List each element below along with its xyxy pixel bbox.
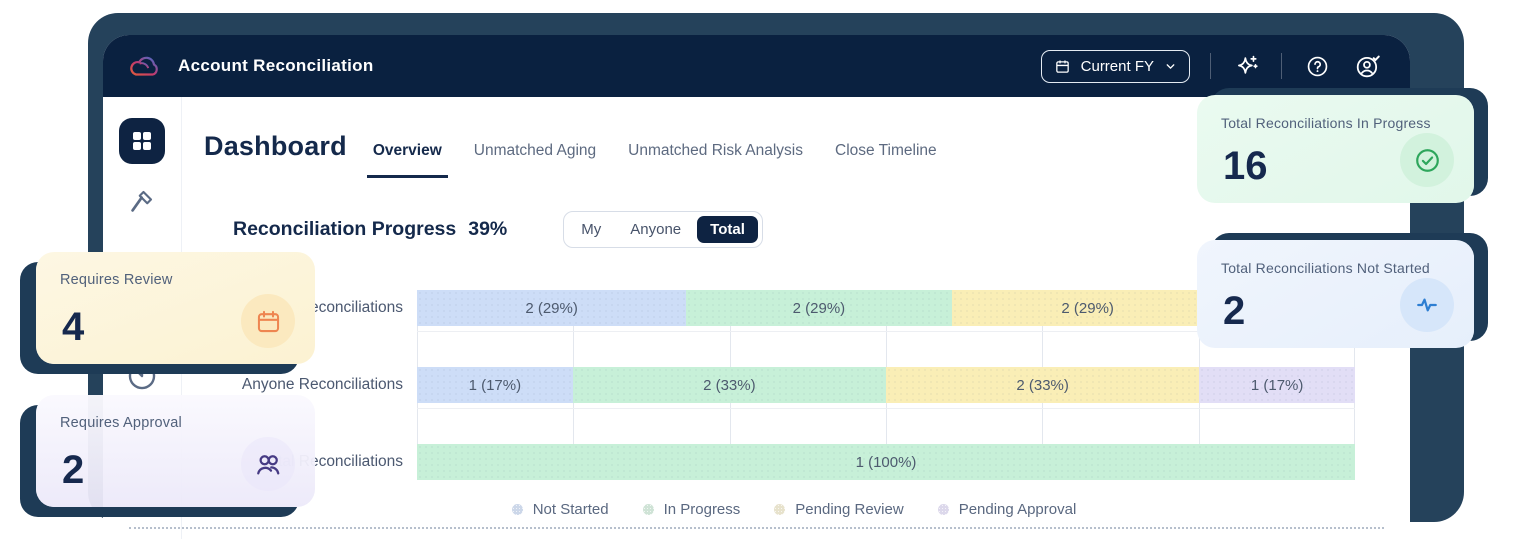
progress-row: Reconciliation Progress 39% My Anyone Tot… — [233, 211, 763, 248]
kpi-card-total-in-progress[interactable]: Total Reconciliations In Progress 16 — [1197, 95, 1474, 203]
calendar-icon — [241, 294, 295, 348]
kpi-card-total-not-started[interactable]: Total Reconciliations Not Started 2 — [1197, 240, 1474, 348]
tab-unmatched-risk-analysis[interactable]: Unmatched Risk Analysis — [628, 142, 803, 164]
segment-in-progress[interactable]: 2 (33%) — [573, 367, 886, 403]
kpi-value: 4 — [62, 305, 84, 350]
chart-row-total: Total Reconciliations 1 (100%) — [233, 438, 1355, 515]
progress-title: Reconciliation Progress 39% — [233, 218, 507, 241]
account-verified-icon[interactable] — [1352, 51, 1382, 81]
segment-in-progress[interactable]: 1 (100%) — [417, 444, 1355, 480]
tab-bar: Overview Unmatched Aging Unmatched Risk … — [373, 142, 937, 164]
tab-unmatched-aging[interactable]: Unmatched Aging — [474, 142, 596, 164]
calendar-icon — [1054, 58, 1071, 75]
chart-row-anyone: Anyone Reconciliations 1 (17%) 2 (33%) 2… — [233, 361, 1355, 438]
dashboard-head: Dashboard Overview Unmatched Aging Unmat… — [204, 131, 937, 164]
segment-not-started[interactable]: 1 (17%) — [417, 367, 573, 403]
pie-chart-icon — [125, 359, 159, 393]
segment-pending-review[interactable]: 2 (33%) — [886, 367, 1199, 403]
ai-sparkle-icon[interactable] — [1231, 51, 1261, 81]
kpi-label: Requires Review — [60, 272, 291, 288]
progress-title-text: Reconciliation Progress — [233, 218, 456, 240]
sidebar-item-matching[interactable] — [127, 186, 157, 216]
toggle-option-anyone[interactable]: Anyone — [617, 216, 694, 243]
segment-in-progress[interactable]: 2 (29%) — [686, 290, 951, 326]
toggle-option-my[interactable]: My — [568, 216, 614, 243]
kpi-value: 2 — [62, 448, 84, 493]
screen: Account Reconciliation Current FY — [0, 0, 1513, 539]
people-icon — [241, 437, 295, 491]
help-icon[interactable] — [1302, 51, 1332, 81]
app-logo-cloud-icon[interactable] — [127, 52, 163, 80]
tab-overview[interactable]: Overview — [373, 142, 442, 164]
sidebar-item-dashboard[interactable] — [119, 118, 165, 164]
kpi-card-requires-review[interactable]: Requires Review 4 — [36, 252, 315, 364]
app-title: Account Reconciliation — [178, 56, 374, 76]
kpi-card-requires-approval[interactable]: Requires Approval 2 — [36, 395, 315, 507]
dashboard-grid-icon — [132, 131, 152, 151]
header-divider — [1281, 53, 1282, 79]
chevron-down-icon — [1164, 60, 1177, 73]
sidebar-item-reports[interactable] — [125, 359, 159, 393]
kpi-label: Requires Approval — [60, 415, 291, 431]
app-header: Account Reconciliation Current FY — [103, 35, 1410, 97]
fiscal-year-label: Current FY — [1081, 58, 1154, 75]
progress-percent: 39% — [468, 218, 507, 240]
toggle-option-total[interactable]: Total — [697, 216, 758, 243]
segment-pending-review[interactable]: 2 (29%) — [952, 290, 1224, 326]
segment-not-started[interactable]: 2 (29%) — [417, 290, 686, 326]
header-divider — [1210, 53, 1211, 79]
activity-icon — [1400, 278, 1454, 332]
kpi-label: Total Reconciliations Not Started — [1221, 260, 1450, 276]
chart-row-my: My Reconciliations 2 (29%) 2 (29%) 2 (29… — [233, 284, 1355, 361]
kpi-value: 16 — [1223, 144, 1268, 189]
bar-track: 1 (100%) — [417, 444, 1355, 480]
page-title: Dashboard — [204, 131, 347, 162]
kpi-value: 2 — [1223, 289, 1245, 334]
bar-track: 1 (17%) 2 (33%) 2 (33%) 1 (17%) — [417, 367, 1355, 403]
header-actions: Current FY — [1041, 50, 1382, 83]
fiscal-year-dropdown[interactable]: Current FY — [1041, 50, 1190, 83]
tab-close-timeline[interactable]: Close Timeline — [835, 142, 937, 164]
check-circle-icon — [1400, 133, 1454, 187]
dotted-divider — [129, 527, 1384, 529]
scope-toggle: My Anyone Total — [563, 211, 763, 248]
reconciliation-progress-chart: My Reconciliations 2 (29%) 2 (29%) 2 (29… — [233, 284, 1355, 515]
kpi-label: Total Reconciliations In Progress — [1221, 115, 1450, 131]
gavel-icon — [127, 186, 157, 216]
segment-pending-approval[interactable]: 1 (17%) — [1199, 367, 1355, 403]
